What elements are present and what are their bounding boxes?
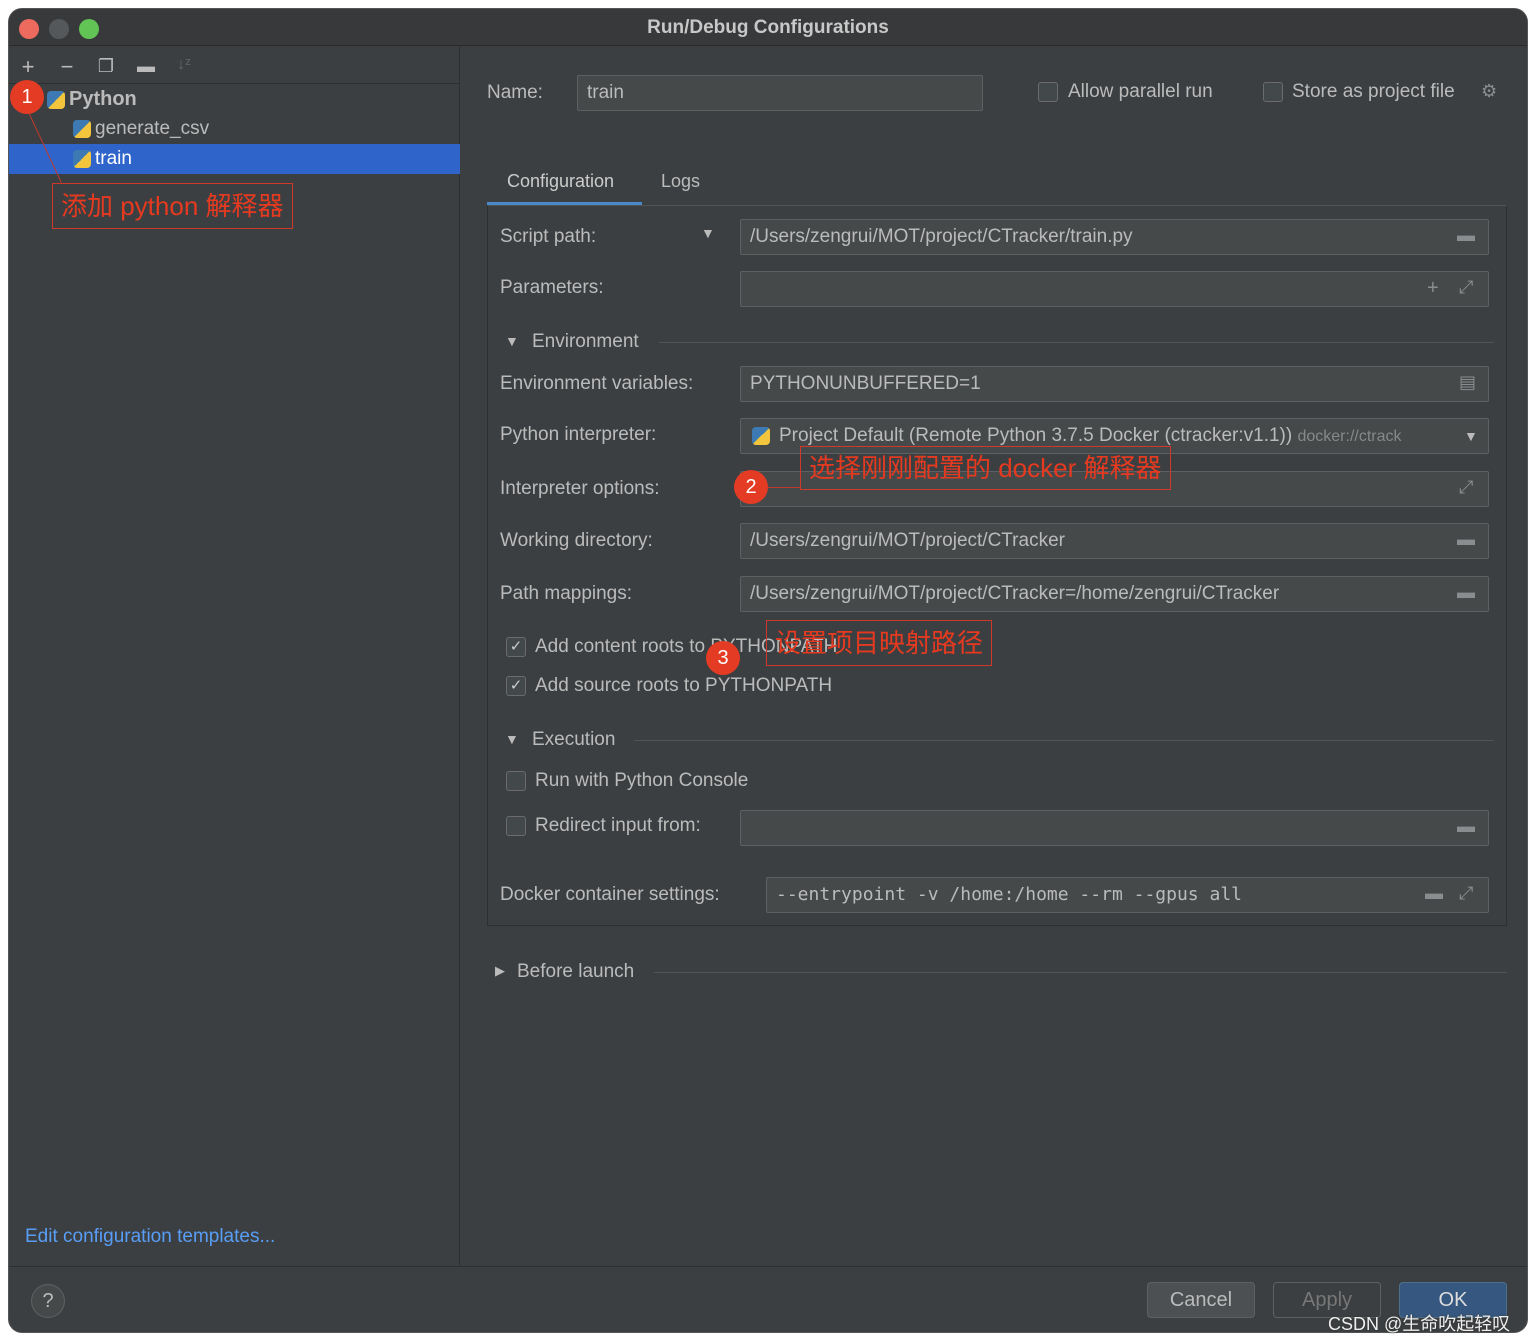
folder-icon[interactable]: ▬	[1457, 225, 1475, 246]
edit-list-icon[interactable]: ▤	[1459, 372, 1476, 393]
path-mappings-label: Path mappings:	[500, 583, 633, 604]
parameters-label: Parameters:	[500, 277, 604, 298]
annotation-1: 添加 python 解释器	[52, 183, 293, 229]
working-dir-input[interactable]: /Users/zengrui/MOT/project/CTracker	[740, 523, 1489, 559]
python-icon	[47, 90, 65, 109]
tree-item-label: train	[95, 148, 132, 169]
before-launch-section[interactable]: Before launch	[517, 960, 634, 984]
python-console-label: Run with Python Console	[535, 770, 749, 791]
expand-before-launch-icon[interactable]: ▶	[495, 963, 505, 979]
environment-section-title[interactable]: Environment	[532, 330, 639, 354]
parameters-input[interactable]	[740, 271, 1489, 307]
folder-icon[interactable]: ▬	[1457, 582, 1475, 603]
annotation-2: 选择刚刚配置的 docker 解释器	[800, 446, 1171, 490]
python-icon	[73, 119, 91, 138]
allow-parallel-label: Allow parallel run	[1068, 81, 1213, 102]
tree-item-label: generate_csv	[95, 118, 210, 139]
interpreter-hint: docker://ctrack	[1297, 428, 1402, 445]
working-dir-label: Working directory:	[500, 530, 653, 551]
interp-options-label: Interpreter options:	[500, 478, 660, 499]
annotation-badge-2: 2	[734, 470, 768, 504]
path-mappings-input[interactable]: /Users/zengrui/MOT/project/CTracker=/hom…	[740, 576, 1489, 612]
source-roots-label: Add source roots to PYTHONPATH	[535, 675, 833, 696]
annotation-3: 设置项目映射路径	[766, 620, 993, 666]
store-project-checkbox[interactable]	[1263, 82, 1283, 102]
redirect-input[interactable]	[740, 810, 1489, 846]
script-type-dropdown-icon[interactable]: ▼	[701, 225, 715, 241]
collapse-execution-icon[interactable]: ▼	[505, 731, 519, 747]
edit-templates-link[interactable]: Edit configuration templates...	[25, 1226, 275, 1248]
env-vars-label: Environment variables:	[500, 373, 694, 394]
folder-icon[interactable]: ▬	[1425, 883, 1443, 904]
copy-icon[interactable]: ❐	[93, 56, 119, 77]
add-macro-icon[interactable]: +	[1427, 277, 1439, 300]
close-window-button[interactable]	[19, 19, 39, 39]
python-console-checkbox[interactable]	[506, 771, 526, 791]
store-project-label: Store as project file	[1292, 81, 1455, 102]
window-title: Run/Debug Configurations	[647, 17, 889, 38]
new-folder-icon[interactable]: ▬	[133, 56, 159, 77]
annotation-badge-1: 1	[10, 80, 44, 114]
content-roots-checkbox[interactable]: ✓	[506, 637, 526, 657]
allow-parallel-checkbox[interactable]	[1038, 82, 1058, 102]
config-tree-panel: + − ❐ ▬ ↓ᶻ Python generate_csv train Edi…	[9, 46, 460, 1266]
annotation-badge-3: 3	[706, 641, 740, 675]
python-remote-icon	[752, 427, 770, 445]
interpreter-value: Project Default (Remote Python 3.7.5 Doc…	[779, 425, 1293, 446]
folder-icon[interactable]: ▬	[1457, 816, 1475, 837]
tab-logs[interactable]: Logs	[661, 169, 700, 193]
docker-settings-label: Docker container settings:	[500, 884, 720, 905]
source-roots-checkbox[interactable]: ✓	[506, 676, 526, 696]
docker-settings-input[interactable]: --entrypoint -v /home:/home --rm --gpus …	[766, 877, 1489, 913]
cancel-button[interactable]: Cancel	[1147, 1282, 1255, 1318]
script-path-input[interactable]: /Users/zengrui/MOT/project/CTracker/trai…	[740, 219, 1489, 255]
name-label: Name:	[487, 82, 543, 103]
tree-group-python[interactable]: Python	[9, 84, 460, 114]
annotation-leader-line	[768, 487, 800, 488]
execution-section-title[interactable]: Execution	[532, 728, 615, 752]
zoom-window-button[interactable]	[79, 19, 99, 39]
help-button[interactable]: ?	[31, 1284, 65, 1318]
tree-item-generate-csv[interactable]: generate_csv	[9, 114, 460, 144]
expand-icon[interactable]: ⤢	[1459, 277, 1473, 298]
chevron-down-icon[interactable]: ▼	[1464, 428, 1478, 444]
script-path-label: Script path:	[500, 226, 597, 247]
redirect-checkbox[interactable]	[506, 816, 526, 836]
redirect-label: Redirect input from:	[535, 815, 701, 836]
folder-icon[interactable]: ▬	[1457, 529, 1475, 550]
remove-icon[interactable]: −	[54, 54, 80, 80]
expand-icon[interactable]: ⤢	[1459, 477, 1473, 498]
title-bar: Run/Debug Configurations	[9, 9, 1527, 46]
gear-icon[interactable]: ⚙	[1481, 81, 1497, 102]
python-icon	[73, 149, 91, 168]
collapse-environment-icon[interactable]: ▼	[505, 333, 519, 349]
expand-icon[interactable]: ⤢	[1459, 883, 1473, 904]
sort-icon[interactable]: ↓ᶻ	[171, 56, 197, 74]
name-input[interactable]: train	[577, 75, 983, 111]
interpreter-label: Python interpreter:	[500, 424, 657, 445]
env-vars-input[interactable]: PYTHONUNBUFFERED=1	[740, 366, 1489, 402]
tree-item-train[interactable]: train	[9, 144, 460, 174]
watermark: CSDN @生命吹起轻叹	[1328, 1314, 1511, 1334]
tab-configuration[interactable]: Configuration	[507, 169, 614, 193]
add-icon[interactable]: +	[15, 54, 41, 80]
minimize-window-button[interactable]	[49, 19, 69, 39]
tree-group-label: Python	[69, 88, 137, 110]
